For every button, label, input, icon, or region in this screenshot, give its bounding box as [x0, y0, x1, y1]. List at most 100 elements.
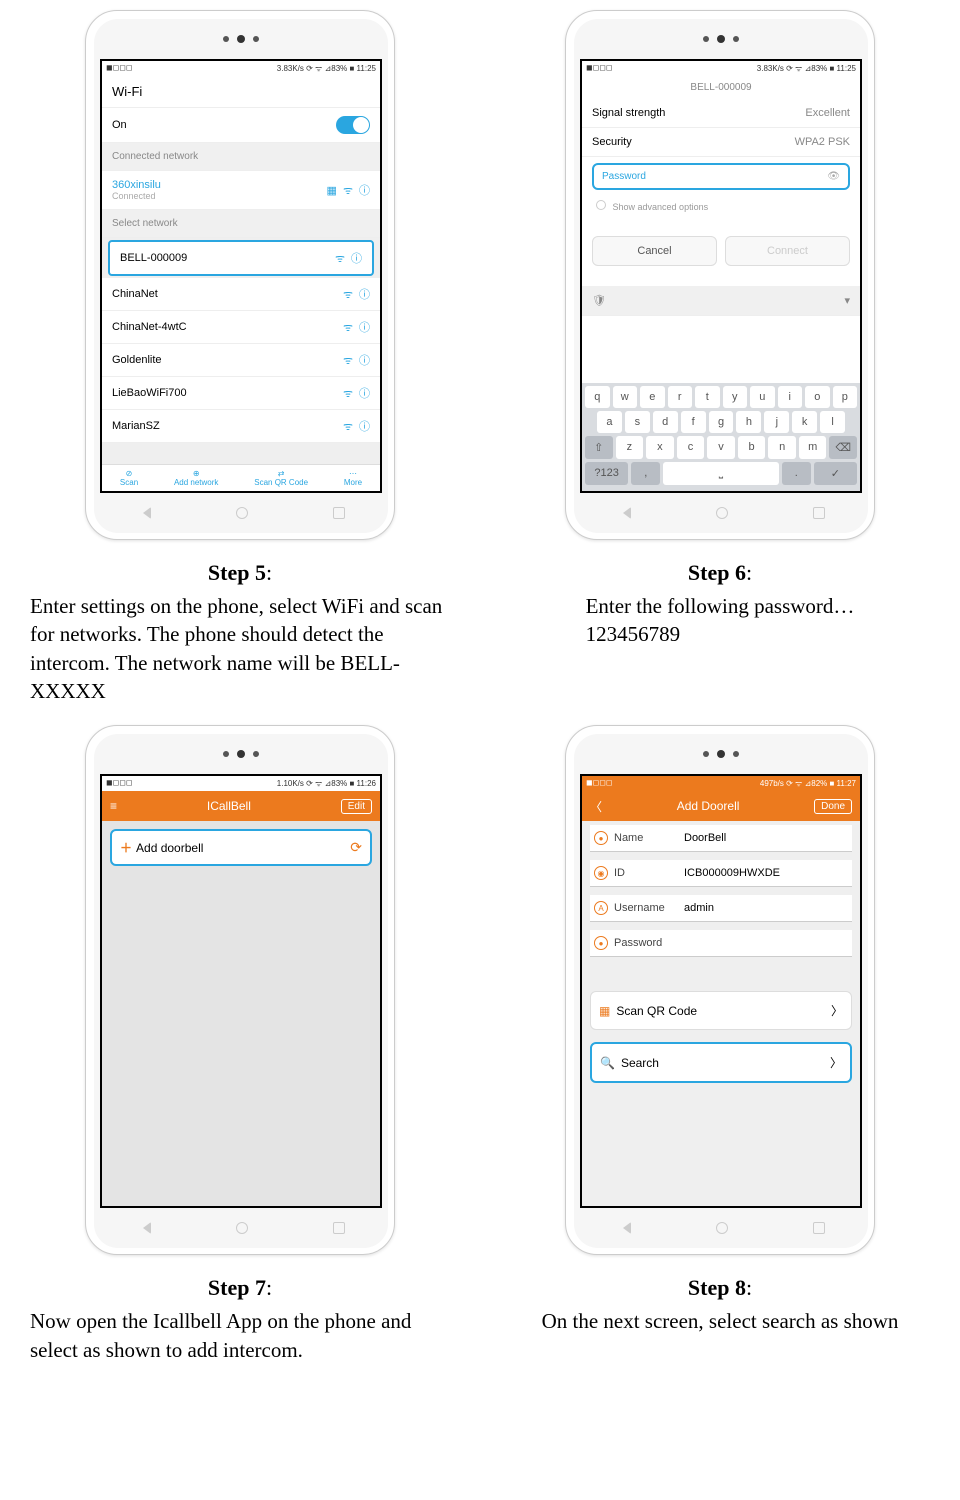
key-x[interactable]: x: [646, 436, 674, 459]
key-e[interactable]: e: [640, 386, 665, 408]
key-y[interactable]: y: [723, 386, 748, 408]
network-name: Goldenlite: [112, 354, 162, 366]
qr-icon[interactable]: ▦: [327, 184, 337, 197]
info-icon[interactable]: ⓘ: [359, 182, 370, 198]
key-g[interactable]: g: [709, 411, 734, 433]
nav-home-icon[interactable]: [236, 507, 248, 519]
tab-add-network[interactable]: ⊕Add network: [174, 469, 218, 487]
key-t[interactable]: t: [695, 386, 720, 408]
info-icon[interactable]: ⓘ: [359, 286, 370, 302]
network-name: ChinaNet-4wtC: [112, 321, 187, 333]
edit-button[interactable]: Edit: [341, 799, 372, 814]
key-f[interactable]: f: [681, 411, 706, 433]
connected-network-name: 360xinsilu: [112, 179, 161, 191]
hamburger-icon[interactable]: ≡: [110, 799, 117, 813]
key-comma[interactable]: ,: [631, 462, 660, 485]
key-l[interactable]: l: [820, 411, 845, 433]
cancel-button[interactable]: Cancel: [592, 236, 717, 266]
wifi-signal-icon: ᯤ: [343, 386, 353, 401]
wifi-signal-icon: ᯤ: [335, 251, 345, 266]
id-icon: ◉: [594, 866, 608, 880]
name-field[interactable]: ● Name DoorBell: [590, 825, 852, 852]
nav-home-icon[interactable]: [716, 507, 728, 519]
connect-button[interactable]: Connect: [725, 236, 850, 266]
tab-more[interactable]: ⋯More: [344, 469, 362, 487]
key-o[interactable]: o: [805, 386, 830, 408]
add-doorbell-label: Add doorbell: [136, 841, 203, 855]
key-d[interactable]: d: [653, 411, 678, 433]
info-icon[interactable]: ⓘ: [359, 352, 370, 368]
connected-network-row[interactable]: 360xinsilu Connected ▦ ᯤ ⓘ: [102, 171, 380, 210]
wifi-toggle[interactable]: [336, 116, 370, 134]
network-row[interactable]: MarianSZ ᯤⓘ: [102, 410, 380, 443]
network-row[interactable]: LieBaoWiFi700 ᯤⓘ: [102, 377, 380, 410]
done-button[interactable]: Done: [814, 799, 852, 814]
step8-text: On the next screen, select search as sho…: [542, 1307, 899, 1335]
info-icon[interactable]: ⓘ: [359, 319, 370, 335]
network-row[interactable]: ChinaNet ᯤⓘ: [102, 278, 380, 311]
security-row: SecurityWPA2 PSK: [582, 128, 860, 157]
id-field[interactable]: ◉ ID ICB000009HWXDE: [590, 860, 852, 887]
key-c[interactable]: c: [677, 436, 705, 459]
search-button[interactable]: 🔍Search 〉: [590, 1042, 852, 1083]
network-screen-title: BELL-000009: [582, 76, 860, 99]
nav-recent-icon[interactable]: [333, 1222, 345, 1234]
security-app-icon[interactable]: 🛡: [592, 294, 606, 307]
info-icon[interactable]: ⓘ: [359, 385, 370, 401]
key-z[interactable]: z: [616, 436, 644, 459]
key-w[interactable]: w: [613, 386, 638, 408]
key-n[interactable]: n: [768, 436, 796, 459]
radio-unchecked-icon[interactable]: [596, 200, 606, 210]
key-b[interactable]: b: [738, 436, 766, 459]
username-field[interactable]: A Username admin: [590, 895, 852, 922]
key-k[interactable]: k: [792, 411, 817, 433]
key-v[interactable]: v: [707, 436, 735, 459]
nav-recent-icon[interactable]: [813, 507, 825, 519]
key-r[interactable]: r: [668, 386, 693, 408]
status-bar: ◼◻◻◻ 3.83K/s ⟳ ᯤ ⊿83% ■ 11:25: [102, 61, 380, 76]
scan-qr-button[interactable]: ▦Scan QR Code 〉: [590, 991, 852, 1030]
nav-home-icon[interactable]: [716, 1222, 728, 1234]
info-icon[interactable]: ⓘ: [359, 418, 370, 434]
nav-back-icon[interactable]: [137, 507, 151, 519]
password-field[interactable]: ● Password: [590, 930, 852, 957]
key-m[interactable]: m: [799, 436, 827, 459]
nav-home-icon[interactable]: [236, 1222, 248, 1234]
key-space[interactable]: ⎵: [663, 462, 779, 485]
key-u[interactable]: u: [750, 386, 775, 408]
back-icon[interactable]: 〈: [590, 798, 602, 815]
dropdown-icon[interactable]: ▾: [844, 294, 850, 307]
key-enter[interactable]: ✓: [814, 462, 857, 485]
key-shift[interactable]: ⇧: [585, 436, 613, 459]
tab-scan[interactable]: ⊘Scan: [120, 469, 138, 487]
key-period[interactable]: .: [782, 462, 811, 485]
advanced-options-row[interactable]: Show advanced options: [582, 196, 860, 216]
tab-scan-qr[interactable]: ⇄Scan QR Code: [254, 469, 308, 487]
password-input[interactable]: Password 👁: [592, 163, 850, 190]
nav-back-icon[interactable]: [137, 1222, 151, 1234]
step6-title: Step 6:: [688, 560, 752, 586]
nav-back-icon[interactable]: [617, 1222, 631, 1234]
key-h[interactable]: h: [736, 411, 761, 433]
key-j[interactable]: j: [764, 411, 789, 433]
refresh-icon[interactable]: ⟳: [350, 839, 362, 856]
key-p[interactable]: p: [833, 386, 858, 408]
key-a[interactable]: a: [597, 411, 622, 433]
nav-recent-icon[interactable]: [333, 507, 345, 519]
eye-icon[interactable]: 👁: [827, 171, 840, 182]
info-icon[interactable]: ⓘ: [351, 250, 362, 266]
key-i[interactable]: i: [778, 386, 803, 408]
nav-recent-icon[interactable]: [813, 1222, 825, 1234]
key-q[interactable]: q: [585, 386, 610, 408]
nav-back-icon[interactable]: [617, 507, 631, 519]
key-backspace[interactable]: ⌫: [829, 436, 857, 459]
network-row[interactable]: Goldenlite ᯤⓘ: [102, 344, 380, 377]
add-doorbell-row[interactable]: ＋Add doorbell ⟳: [110, 829, 372, 866]
network-row-bell[interactable]: BELL-000009 ᯤⓘ: [108, 240, 374, 276]
key-s[interactable]: s: [625, 411, 650, 433]
wifi-on-row[interactable]: On: [102, 108, 380, 143]
phone-frame-step8: ◼◻◻◻ 497b/s ⟳ ᯤ ⊿82% ■ 11:27 〈 Add Doore…: [565, 725, 875, 1255]
key-symbols[interactable]: ?123: [585, 462, 628, 485]
lock-icon: ●: [594, 936, 608, 950]
network-row[interactable]: ChinaNet-4wtC ᯤⓘ: [102, 311, 380, 344]
